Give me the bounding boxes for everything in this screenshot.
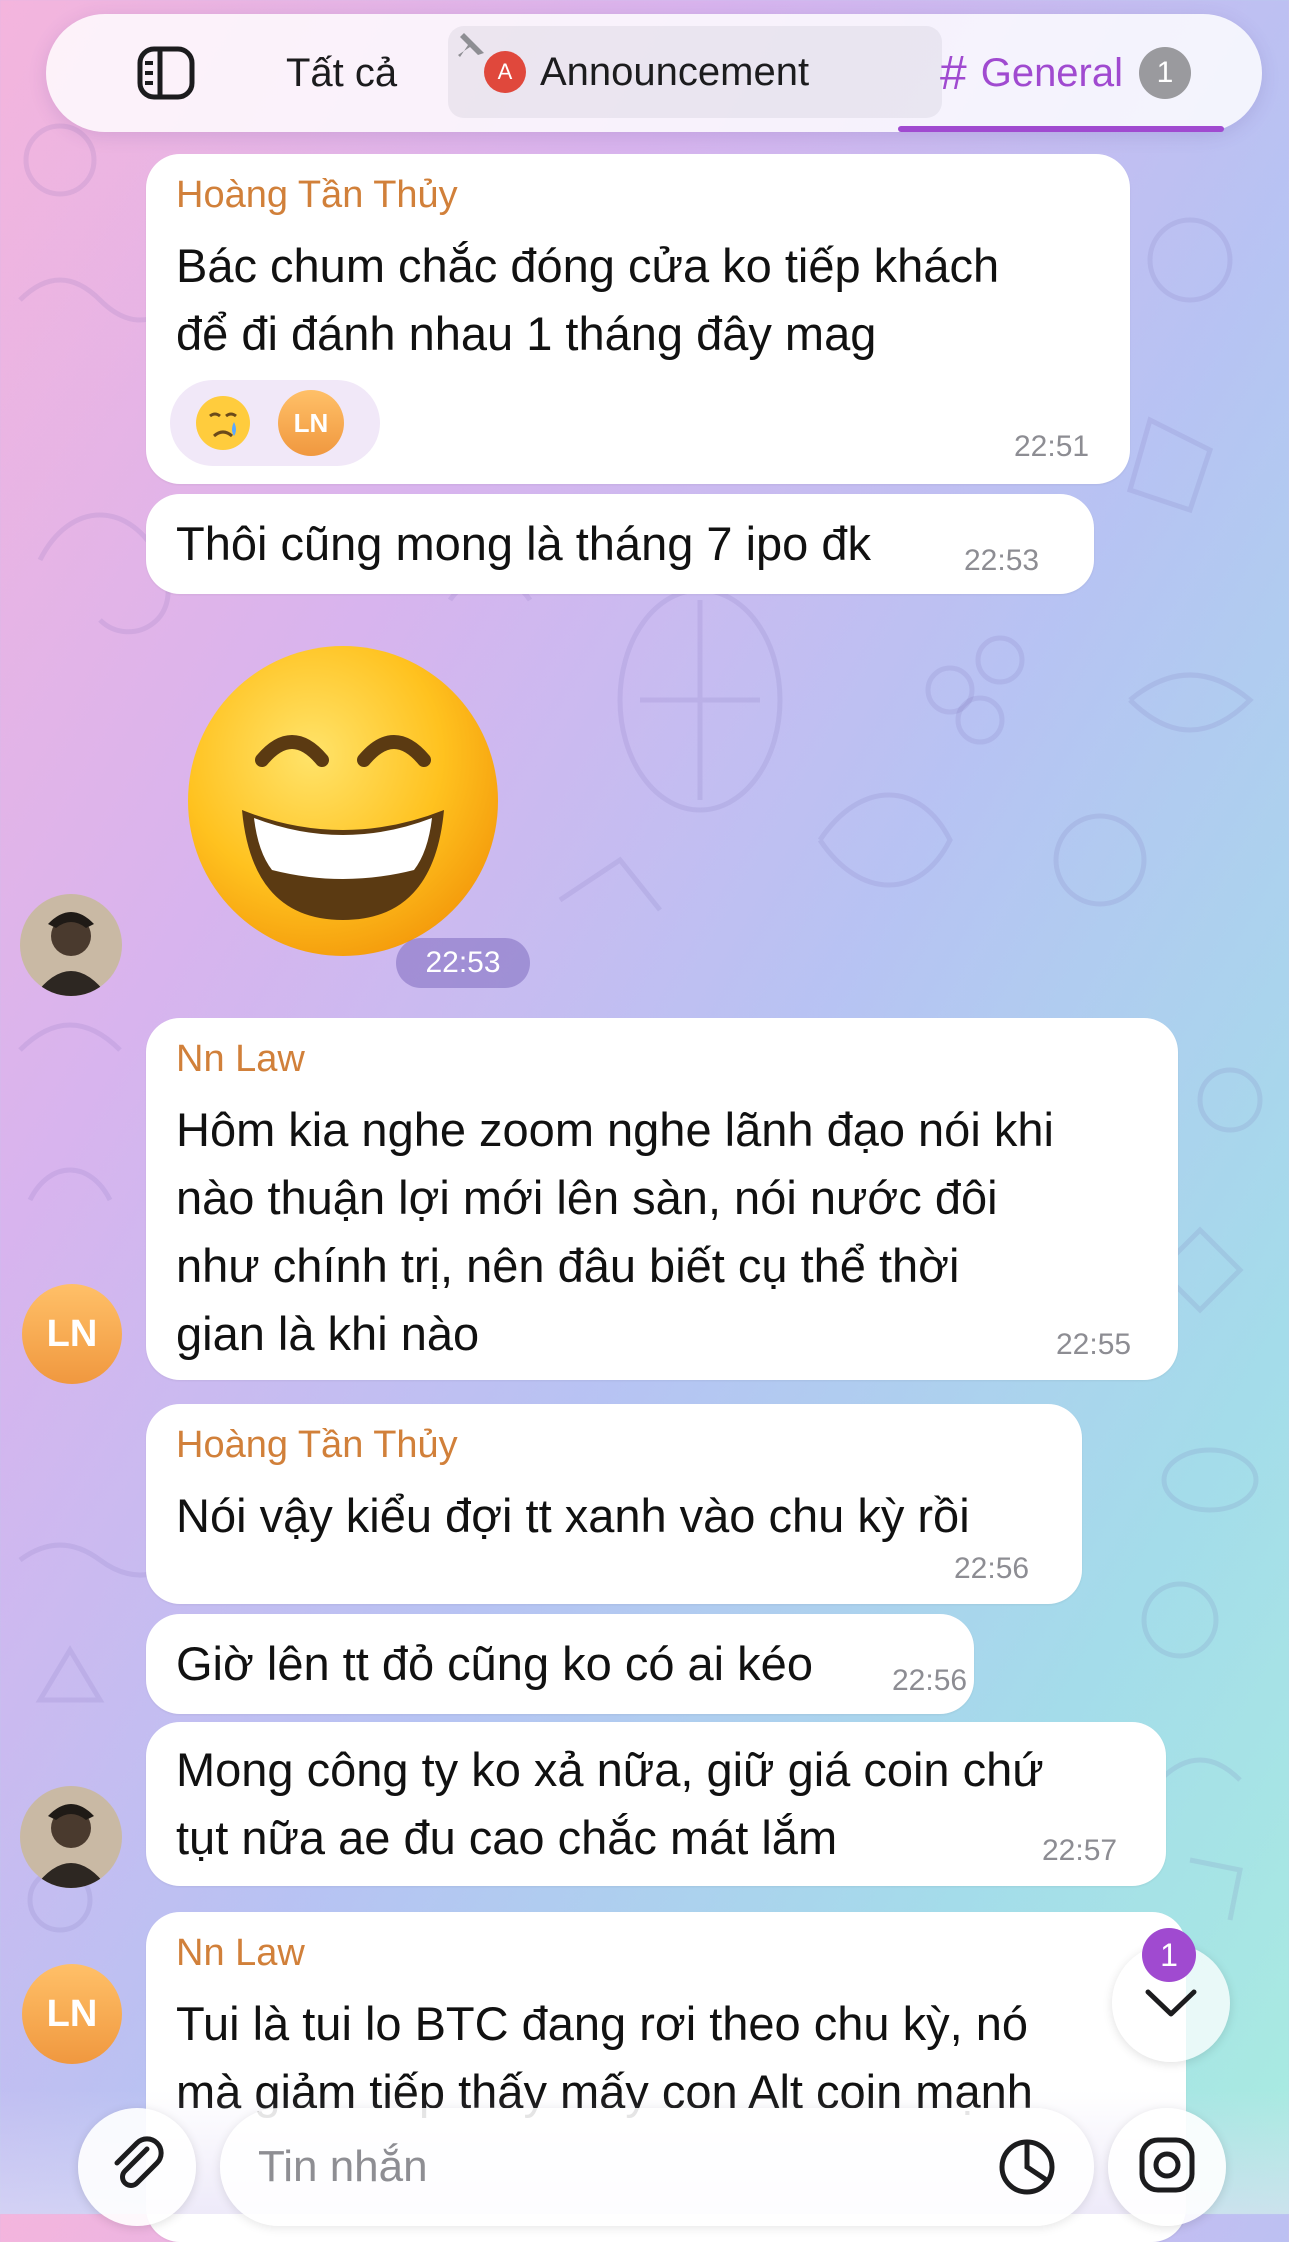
message-time: 22:56 [892, 1664, 968, 1697]
avatar[interactable] [20, 1786, 122, 1888]
message-time: 22:53 [964, 544, 1040, 577]
crying-face-icon [194, 394, 252, 457]
tab-announcement[interactable]: A Announcement [448, 26, 942, 118]
tab-general-label: General [980, 50, 1124, 95]
message-bubble[interactable]: Mong công ty ko xả nữa, giữ giá coin chứ… [146, 1722, 1166, 1886]
avatar[interactable]: LN [22, 1284, 122, 1384]
tab-general-unread-count: 1 [1139, 47, 1192, 99]
message-text: Bác chum chắc đóng cửa ko tiếp khách để … [176, 239, 1000, 360]
active-tab-indicator [898, 126, 1224, 132]
sender-name[interactable]: Nn Law [176, 1038, 305, 1081]
message-time: 22:55 [1056, 1328, 1132, 1361]
sender-name[interactable]: Nn Law [176, 1932, 305, 1975]
message-bubble[interactable]: Nn Law Hôm kia nghe zoom nghe lãnh đạo n… [146, 1018, 1178, 1380]
unread-count-badge: 1 [1142, 1928, 1196, 1982]
sticker-time: 22:53 [396, 938, 530, 988]
sender-name[interactable]: Hoàng Tần Thủy [176, 174, 458, 217]
avatar[interactable] [20, 894, 122, 996]
message-time: 22:56 [954, 1552, 1030, 1585]
paperclip-icon [107, 2135, 167, 2200]
chevron-down-icon [1142, 1984, 1200, 2027]
message-bubble[interactable]: Hoàng Tần Thủy Nói vậy kiểu đợi tt xanh … [146, 1404, 1082, 1604]
message-input[interactable] [256, 2128, 980, 2206]
sidebar-toggle-icon[interactable] [136, 14, 196, 132]
message-time: 22:51 [1014, 430, 1090, 463]
message-text: Nói vậy kiểu đợi tt xanh vào chu kỳ rồi [176, 1489, 970, 1542]
reaction-chip[interactable]: LN [170, 380, 380, 466]
message-input-box[interactable] [220, 2108, 1094, 2226]
avatar[interactable]: LN [22, 1964, 122, 2064]
hashtag-icon: # [940, 46, 967, 100]
message-text: Mong công ty ko xả nữa, giữ giá coin chứ… [176, 1743, 1044, 1864]
sticker-icon[interactable] [996, 2136, 1058, 2203]
folder-tab-bar: Tất cả A Announcement # General 1 [46, 14, 1262, 132]
tab-all[interactable]: Tất cả [286, 14, 397, 132]
grinning-face-sticker[interactable] [182, 640, 504, 962]
message-bubble[interactable]: Giờ lên tt đỏ cũng ko có ai kéo 22:56 [146, 1614, 974, 1714]
tab-general[interactable]: # General 1 [940, 14, 1192, 132]
reaction-avatar: LN [278, 390, 344, 456]
camera-button[interactable] [1108, 2108, 1226, 2226]
message-text: Thôi cũng mong là tháng 7 ipo đk [176, 517, 872, 570]
tab-all-label: Tất cả [286, 50, 398, 95]
message-time: 22:57 [1042, 1834, 1118, 1867]
camera-icon [1136, 2134, 1198, 2201]
attach-button[interactable] [78, 2108, 196, 2226]
message-bubble[interactable]: Thôi cũng mong là tháng 7 ipo đk 22:53 [146, 494, 1094, 594]
sender-name[interactable]: Hoàng Tần Thủy [176, 1424, 458, 1467]
announcement-badge-icon: A [484, 51, 526, 93]
message-text: Hôm kia nghe zoom nghe lãnh đạo nói khi … [176, 1103, 1054, 1360]
pin-icon [454, 28, 488, 73]
tab-announcement-label: Announcement [540, 49, 810, 94]
message-text: Giờ lên tt đỏ cũng ko có ai kéo [176, 1637, 813, 1690]
